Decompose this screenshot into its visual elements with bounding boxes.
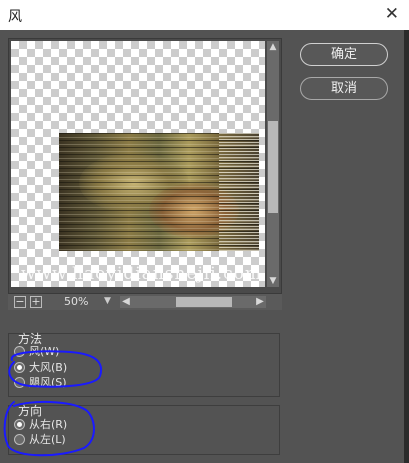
window-edge — [404, 30, 409, 463]
radio-label: 飓风(S) — [29, 376, 67, 389]
wind-streaks-edge — [219, 133, 259, 251]
title-bar: 风 ✕ — [0, 0, 409, 30]
watermark-text: www.haoyidianshejii.com — [21, 264, 262, 284]
close-icon[interactable]: ✕ — [385, 4, 399, 24]
scroll-thumb[interactable] — [268, 121, 278, 213]
radio-label: 大风(B) — [29, 361, 68, 374]
preview-panel: www.haoyidianshejii.com ▲ ▼ — [8, 38, 282, 294]
radio-label: 风(W) — [29, 345, 60, 358]
horizontal-scrollbar[interactable]: ◀ ▶ — [120, 296, 266, 308]
chevron-up-icon[interactable]: ▲ — [267, 41, 279, 53]
dropdown-arrow-icon[interactable]: ▼ — [104, 296, 111, 306]
radio-indicator[interactable] — [14, 376, 25, 388]
vertical-scrollbar[interactable]: ▲ ▼ — [267, 41, 279, 287]
radio-indicator[interactable] — [14, 361, 25, 373]
radio-indicator[interactable] — [14, 345, 25, 357]
chevron-down-icon[interactable]: ▼ — [267, 275, 279, 287]
dialog-title: 风 — [8, 9, 22, 25]
radio-label: 从右(R) — [29, 418, 68, 431]
radio-from-left[interactable]: 从左(L) — [14, 432, 66, 446]
zoom-in-button[interactable]: + — [30, 296, 42, 308]
zoom-level[interactable]: 50% — [64, 295, 88, 308]
ok-button[interactable]: 确定 — [300, 43, 388, 66]
radio-indicator[interactable] — [14, 433, 25, 445]
radio-stagger[interactable]: 飓风(S) — [14, 375, 67, 389]
zoom-out-button[interactable]: − — [14, 296, 26, 308]
scroll-thumb[interactable] — [176, 297, 232, 307]
radio-blast[interactable]: 大风(B) — [14, 360, 67, 374]
zoom-bar: − + 50% ▼ ◀ ▶ — [8, 294, 282, 310]
preview-canvas[interactable]: www.haoyidianshejii.com — [11, 41, 265, 287]
preview-image — [59, 133, 259, 251]
chevron-right-icon[interactable]: ▶ — [254, 296, 266, 308]
radio-indicator[interactable] — [14, 418, 25, 430]
cancel-button[interactable]: 取消 — [300, 77, 388, 100]
radio-label: 从左(L) — [29, 433, 66, 446]
chevron-left-icon[interactable]: ◀ — [120, 296, 132, 308]
radio-from-right[interactable]: 从右(R) — [14, 417, 67, 431]
radio-wind[interactable]: 风(W) — [14, 344, 59, 358]
